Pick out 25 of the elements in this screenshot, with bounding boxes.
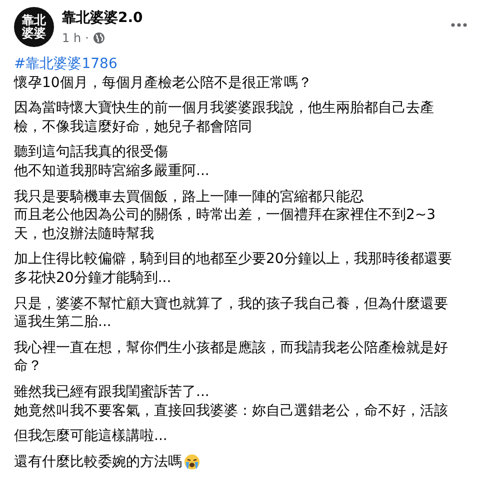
post-text: 但我怎麼可能這樣講啦... xyxy=(14,427,168,446)
post-text: 雖然我已經有跟我閨蜜訴苦了... xyxy=(14,382,210,402)
author-name[interactable]: 靠北婆婆2.0 xyxy=(62,9,443,27)
post-text: 多花快20分鐘才能騎到... xyxy=(14,268,172,288)
post-text: 天，也沒辦法隨時幫我 xyxy=(14,224,154,244)
separator: · xyxy=(85,31,89,45)
post-text: 他不知道我那時宮縮多嚴重阿... xyxy=(14,162,210,181)
post-text: 命？ xyxy=(14,357,42,376)
hashtag-link[interactable]: #靠北婆婆1786 xyxy=(14,55,483,74)
more-options-icon[interactable] xyxy=(451,23,467,27)
post-text: 還有什麼比較委婉的方法嗎 xyxy=(14,452,182,472)
post-text: 她竟然叫我不要客氣，直接回我婆婆：妳自己選錯老公，命不好，活該 xyxy=(14,402,448,420)
post-text: 檢，不像我這麼好命，她兒子都會陪同 xyxy=(14,118,252,136)
post-text: 加上住得比較偏僻，騎到目的地都至少要20分鐘以上，我那時後都還要 xyxy=(14,250,452,269)
post-text: 我只是要騎機車去買個飯，路上一陣一陣的宮縮都只能忍 xyxy=(14,188,364,206)
page-avatar[interactable]: 靠北 婆婆 xyxy=(14,7,54,47)
post-text: 只是，婆婆不幫忙顧大寶也就算了，我的孩子我自己養，但為什麼還要 xyxy=(14,294,448,314)
post-time[interactable]: 1 h xyxy=(62,31,82,45)
post-text: 而且老公他因為公司的關係，時常出差，一個禮拜在家裡住不到2~3 xyxy=(14,206,436,225)
post-text: 逼我生第二胎... xyxy=(14,313,112,332)
globe-icon xyxy=(92,32,105,44)
post-text: 懷孕10個月，每個月產檢老公陪不是很正常嗎？ xyxy=(14,74,312,92)
post-text: 我心裡一直在想，幫你們生小孩都是應該，而我請我老公陪產檢就是好 xyxy=(14,338,448,358)
post-text: 因為當時懷大寶快生的前一個月我婆婆跟我說，他生兩胎都自己去產 xyxy=(14,99,434,118)
post-text: 聽到這句話我真的很受傷 xyxy=(14,143,168,162)
